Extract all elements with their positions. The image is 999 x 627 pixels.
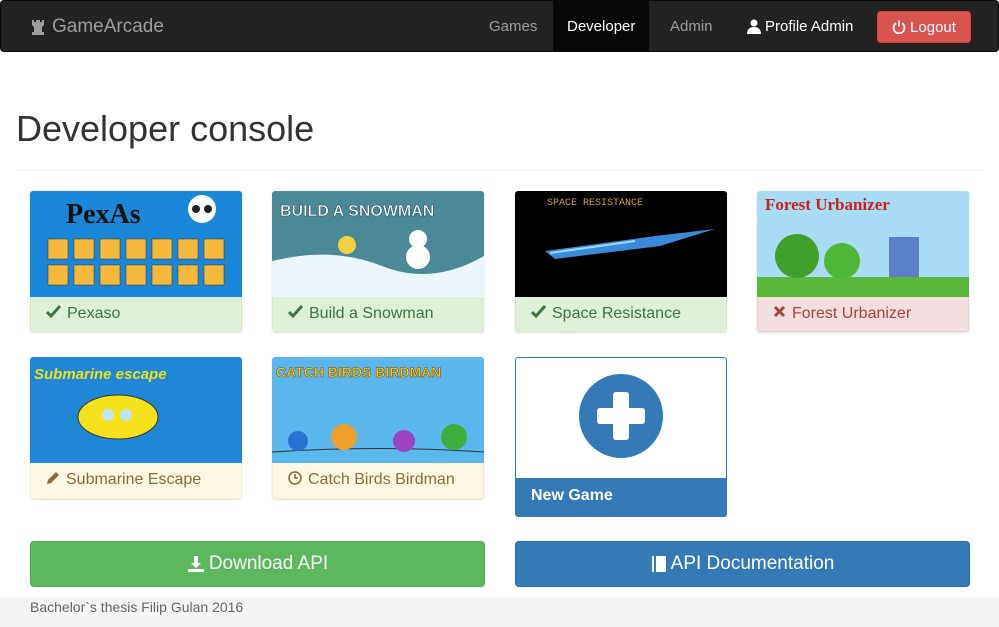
svg-text:Forest Urbanizer: Forest Urbanizer [765, 195, 890, 214]
logout-button[interactable]: Logout [877, 11, 971, 43]
page-title: Developer console [16, 108, 315, 149]
game-card-submarine-escape[interactable]: Submarine escape Submarine Escape [30, 357, 242, 499]
game-card-forest-urbanizer[interactable]: Forest Urbanizer Forest Urbanizer [757, 191, 969, 332]
game-card-pexaso[interactable]: PexAs Pexaso [30, 191, 242, 332]
nav-games[interactable]: Games [475, 1, 551, 52]
book-icon [651, 556, 666, 572]
download-api-label: Download API [208, 553, 329, 574]
check-icon [287, 304, 304, 323]
power-icon [892, 20, 906, 34]
game-thumbnail-submarine-escape: Submarine escape [30, 357, 242, 463]
plus-circle-icon [579, 374, 663, 458]
game-status-pexaso: Pexaso [30, 297, 242, 332]
times-icon [773, 305, 786, 323]
rook-icon [32, 20, 44, 35]
footer-text: Bachelor`s thesis Filip Gulan 2016 [30, 599, 244, 615]
new-game-card[interactable]: New Game [515, 357, 727, 517]
clock-icon [288, 471, 302, 490]
svg-text:CATCH BIRDS BIRDMAN: CATCH BIRDS BIRDMAN [276, 364, 441, 380]
api-documentation-button[interactable]: API Documentation [515, 541, 970, 587]
nav-profile-label: Profile Admin [765, 18, 854, 35]
game-name: Catch Birds Birdman [308, 471, 455, 488]
logout-label: Logout [910, 18, 956, 36]
game-name: Pexaso [67, 305, 121, 322]
game-thumbnail-forest-urbanizer: Forest Urbanizer [757, 191, 969, 297]
download-icon [187, 556, 204, 572]
game-card-build-a-snowman[interactable]: BUILD A SNOWMAN Build a Snowman [272, 191, 484, 332]
game-status-submarine-escape: Submarine Escape [30, 463, 242, 499]
game-card-space-resistance[interactable]: SPACE RESISTANCE Space Resistance [515, 191, 727, 332]
game-status-build-a-snowman: Build a Snowman [272, 297, 484, 332]
game-thumbnail-build-a-snowman: BUILD A SNOWMAN [272, 191, 484, 297]
pencil-icon [46, 471, 60, 490]
nav-profile[interactable]: Profile Admin [733, 1, 867, 52]
check-icon [45, 304, 62, 323]
game-status-catch-birds-birdman: Catch Birds Birdman [272, 463, 484, 499]
game-name: Space Resistance [552, 305, 681, 322]
game-thumbnail-pexaso: PexAs [30, 191, 242, 297]
new-game-label: New Game [516, 478, 726, 516]
nav-admin[interactable]: Admin [656, 1, 727, 52]
title-divider [16, 170, 984, 171]
check-icon [530, 304, 547, 323]
game-thumbnail-catch-birds-birdman: CATCH BIRDS BIRDMAN [272, 357, 484, 463]
game-name: Build a Snowman [309, 305, 434, 322]
download-api-button[interactable]: Download API [30, 541, 485, 587]
game-card-catch-birds-birdman[interactable]: CATCH BIRDS BIRDMAN Catch Birds Birdman [272, 357, 484, 499]
svg-text:PexAs: PexAs [66, 199, 141, 230]
page-footer: Bachelor`s thesis Filip Gulan 2016 [0, 597, 999, 627]
svg-text:BUILD A SNOWMAN: BUILD A SNOWMAN [280, 203, 434, 220]
api-documentation-label: API Documentation [670, 553, 835, 574]
svg-text:SPACE RESISTANCE: SPACE RESISTANCE [547, 198, 643, 209]
svg-text:Submarine escape: Submarine escape [34, 366, 167, 383]
nav-developer[interactable]: Developer [553, 1, 650, 52]
game-name: Submarine Escape [66, 471, 202, 488]
game-thumbnail-space-resistance: SPACE RESISTANCE [515, 191, 727, 297]
brand-label: GameArcade [52, 16, 164, 37]
game-status-forest-urbanizer: Forest Urbanizer [757, 297, 969, 332]
top-navbar: GameArcade Games Developer Admin Profile… [0, 0, 999, 52]
game-name: Forest Urbanizer [792, 305, 912, 322]
game-status-space-resistance: Space Resistance [515, 297, 727, 332]
brand-link[interactable]: GameArcade [29, 15, 164, 39]
user-icon [747, 19, 761, 34]
